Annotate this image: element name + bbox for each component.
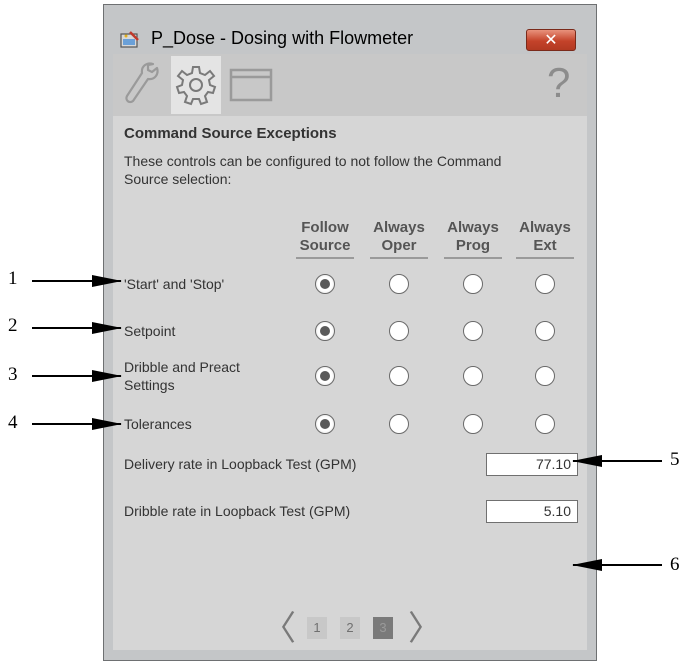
callout-arrows bbox=[32, 275, 662, 571]
